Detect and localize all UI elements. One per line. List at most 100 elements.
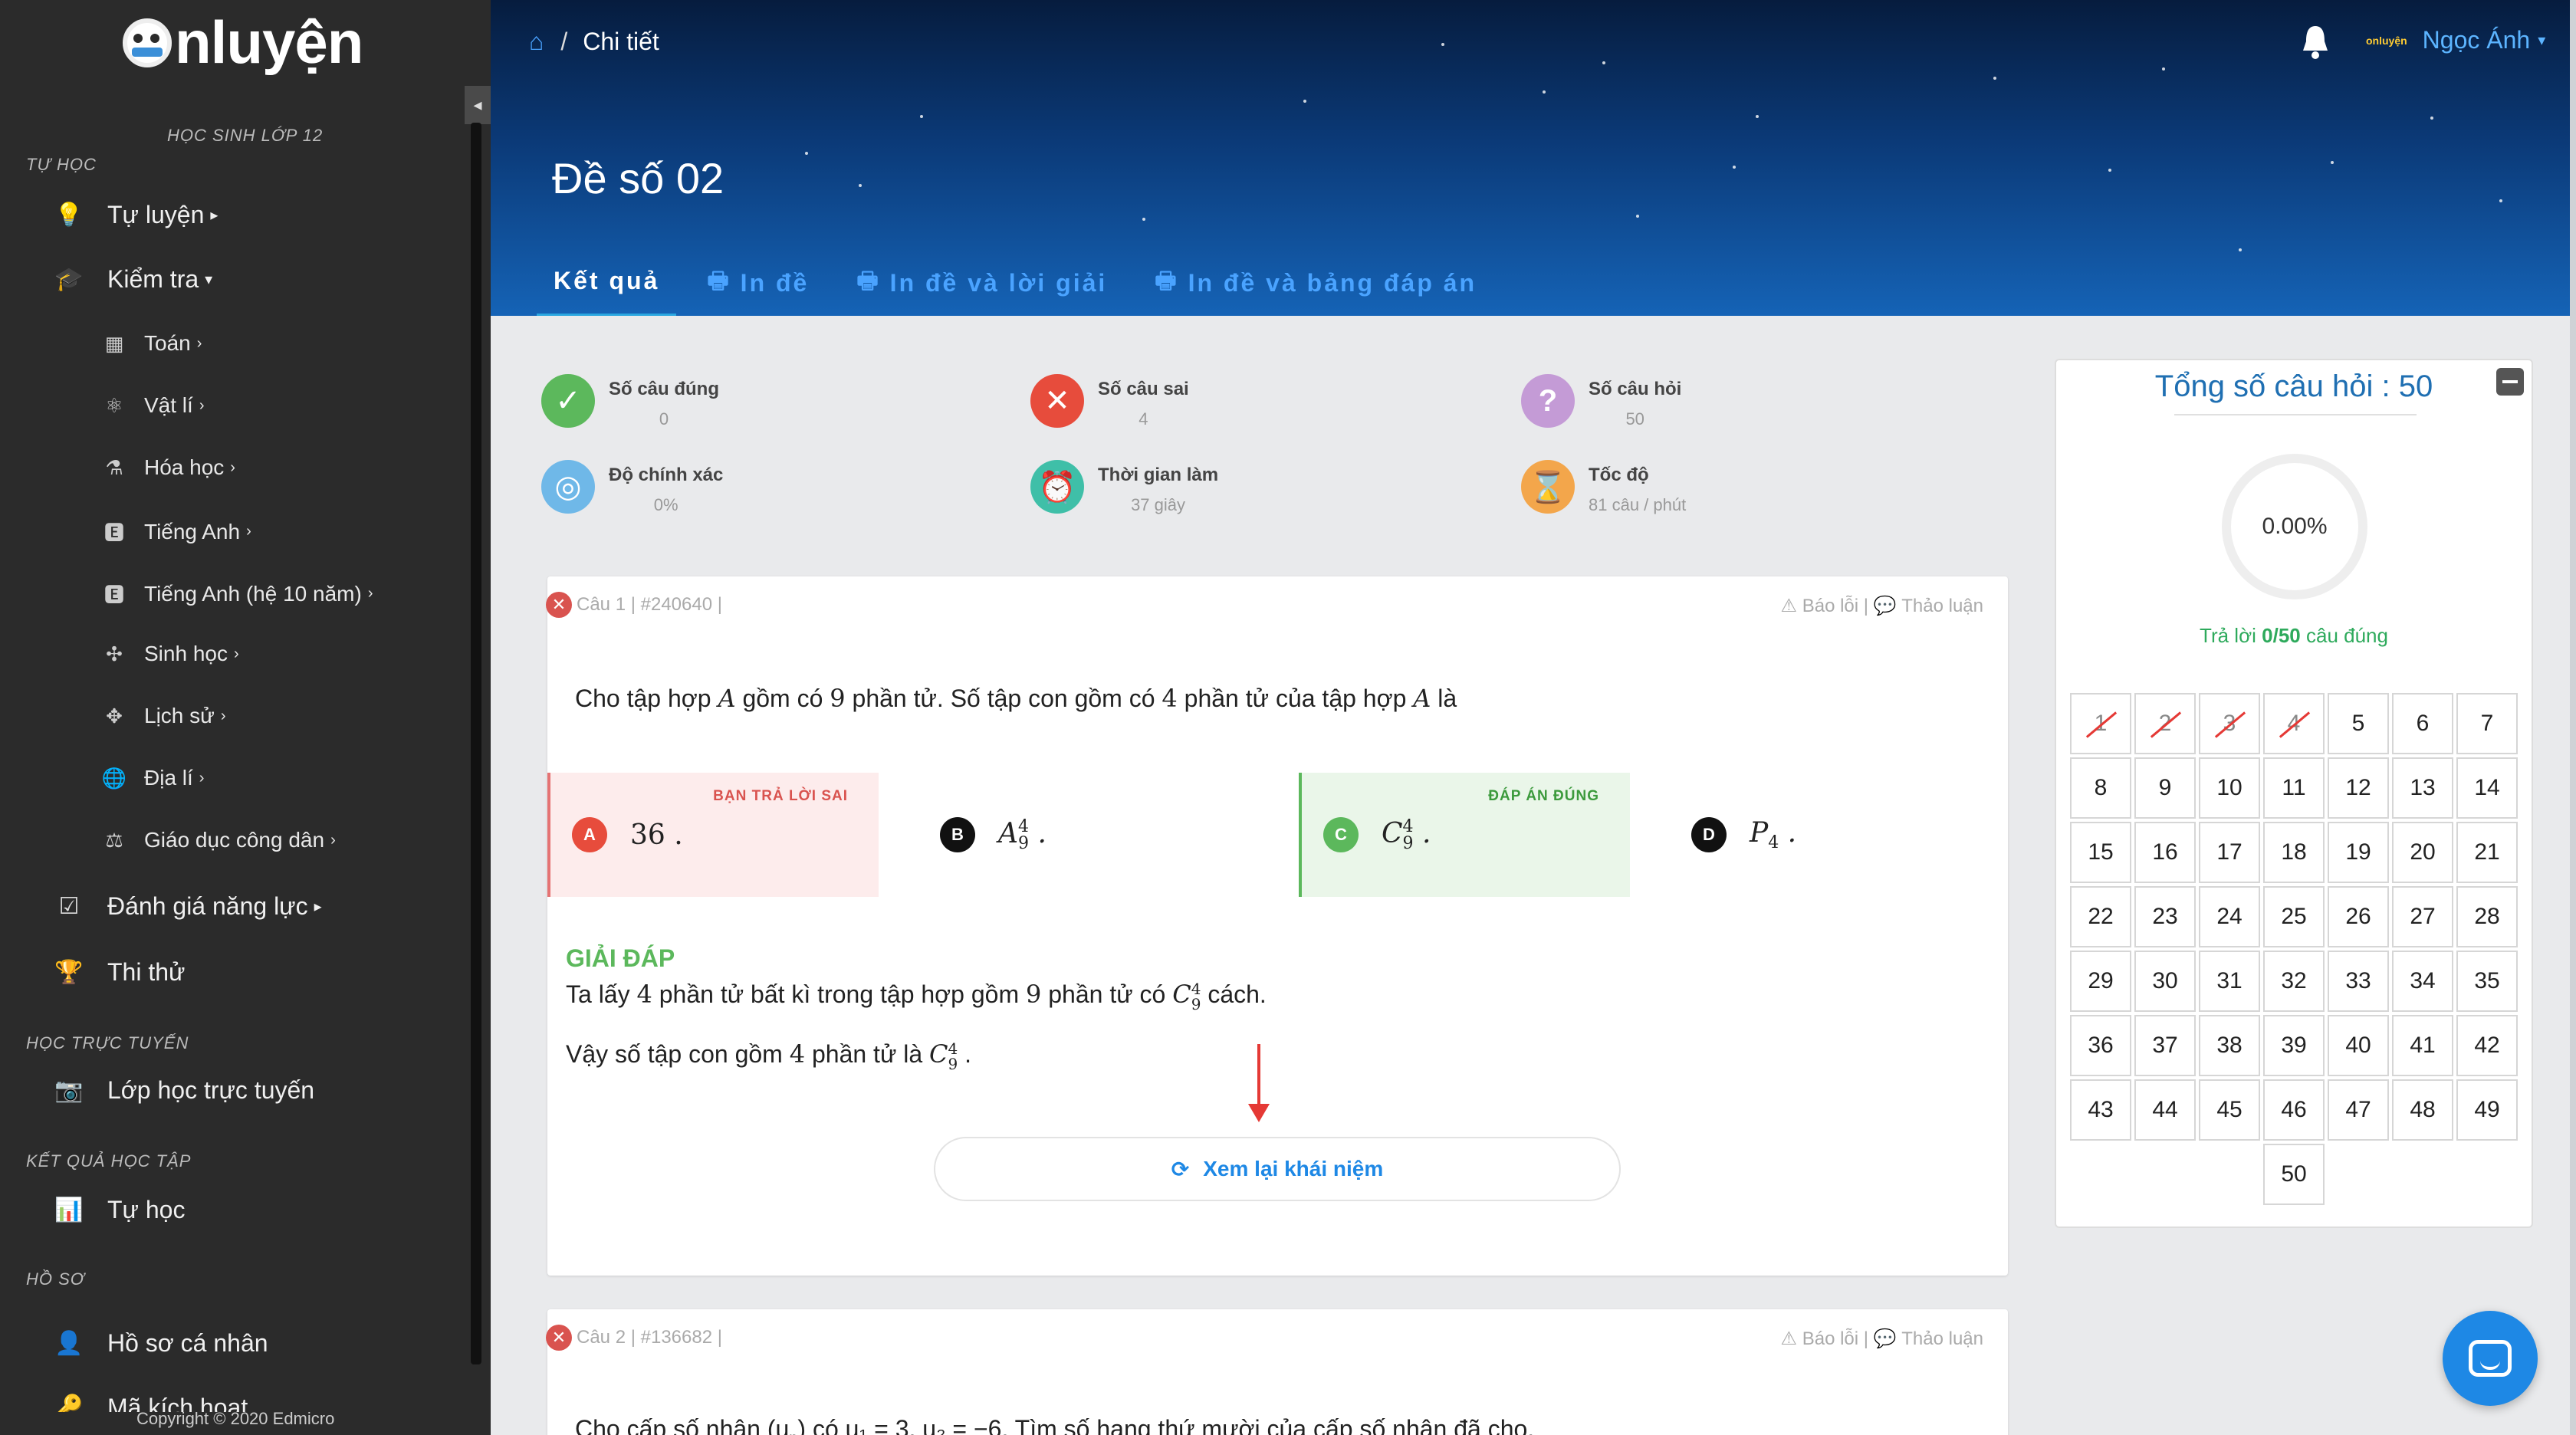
question-number-cell[interactable]: 42 [2456,1015,2518,1076]
star [1543,90,1546,94]
chevron-right-icon: › [246,523,251,540]
question-number-cell[interactable]: 49 [2456,1079,2518,1141]
question-number-cell[interactable]: 24 [2199,886,2260,947]
question-number-cell[interactable]: 33 [2328,951,2389,1012]
question-number-cell[interactable]: 38 [2199,1015,2260,1076]
question-number-cell[interactable]: 5 [2328,693,2389,754]
page-scrollbar[interactable] [2570,0,2576,1435]
tab-ket-qua[interactable]: Kết quả [537,258,677,316]
sidebar-subject-tieng-anh[interactable]: 🅴 Tiếng Anh › [101,517,251,546]
question-number-cell[interactable]: 25 [2263,886,2325,947]
home-icon[interactable]: ⌂ [529,28,544,56]
question-number-cell[interactable]: 7 [2456,693,2518,754]
sidebar-subject-gdcd[interactable]: ⚖ Giáo dục công dân › [101,828,335,852]
sidebar-subject-tieng-anh-10[interactable]: 🅴 Tiếng Anh (hệ 10 năm) › [101,580,373,608]
question-number-cell[interactable]: 10 [2199,757,2260,819]
question-number-cell[interactable]: 47 [2328,1079,2389,1141]
question-number-cell[interactable]: 22 [2070,886,2131,947]
question-number-cell[interactable]: 31 [2199,951,2260,1012]
question-number-cell[interactable]: 23 [2134,886,2196,947]
option-a[interactable]: A 36 . BẠN TRẢ LỜI SAI [547,773,879,897]
chat-icon [2469,1340,2512,1377]
sidebar-item-tu-hoc[interactable]: 📊 Tự học [54,1196,185,1224]
question-number-cell[interactable]: 18 [2263,822,2325,883]
option-c[interactable]: C C49 . ĐÁP ÁN ĐÚNG [1299,773,1630,897]
sidebar-subject-hoa-hoc[interactable]: ⚗ Hóa học › [101,455,235,480]
question-number-cell[interactable]: 13 [2392,757,2453,819]
question-number-cell[interactable]: 4 [2263,693,2325,754]
question-number-cell[interactable]: 1 [2070,693,2131,754]
sidebar-item-thi-thu[interactable]: 🏆 Thi thử [54,958,185,987]
question-number-cell[interactable]: 16 [2134,822,2196,883]
question-number-cell[interactable]: 9 [2134,757,2196,819]
tab-in-de[interactable]: 🖶 In đề [690,258,826,316]
sidebar-collapse-button[interactable]: ◂ [465,86,491,124]
sidebar-subject-lich-su[interactable]: ✥ Lịch sử › [101,704,226,728]
panel-divider [2174,414,2417,415]
stat-wrong: ✕ Số câu sai 4 [1030,374,1189,429]
question-number-cell[interactable]: 46 [2263,1079,2325,1141]
report-link[interactable]: Báo lỗi [1802,1328,1858,1350]
question-number-cell[interactable]: 8 [2070,757,2131,819]
question-number-cell[interactable]: 12 [2328,757,2389,819]
sidebar-subject-toan[interactable]: ▦ Toán › [101,331,202,356]
question-number-cell[interactable]: 45 [2199,1079,2260,1141]
question-number-cell[interactable]: 36 [2070,1015,2131,1076]
chevron-right-icon: › [220,707,226,724]
sidebar-item-lop-hoc[interactable]: 📷 Lớp học trực tuyến [54,1076,314,1105]
question-number-cell[interactable]: 48 [2392,1079,2453,1141]
review-concept-button[interactable]: ⟳ Xem lại khái niệm [934,1137,1621,1201]
question-number-cell[interactable]: 2 [2134,693,2196,754]
camera-icon: 📷 [54,1078,84,1103]
question-number-cell[interactable]: 20 [2392,822,2453,883]
wrong-answer-tag: BẠN TRẢ LỜI SAI [713,788,848,804]
question-number-cell[interactable]: 50 [2263,1144,2325,1205]
option-b[interactable]: B A49 . [915,773,1247,897]
question-number-cell[interactable]: 43 [2070,1079,2131,1141]
question-number-cell[interactable]: 32 [2263,951,2325,1012]
option-d[interactable]: D P4 . [1667,773,1998,897]
report-link[interactable]: Báo lỗi [1802,596,1858,617]
sidebar-subject-sinh-hoc[interactable]: ✣ Sinh học › [101,642,239,666]
question-number-cell[interactable]: 11 [2263,757,2325,819]
question-number-cell[interactable]: 17 [2199,822,2260,883]
user-icon: 👤 [54,1331,84,1356]
question-number-cell[interactable]: 29 [2070,951,2131,1012]
question-number-cell[interactable]: 19 [2328,822,2389,883]
sidebar-subject-vat-li[interactable]: ⚛ Vật lí › [101,393,204,418]
question-number-cell[interactable]: 3 [2199,693,2260,754]
question-number-cell[interactable]: 37 [2134,1015,2196,1076]
sidebar-item-ho-so[interactable]: 👤 Hồ sơ cá nhân [54,1329,268,1358]
question-id: #240640 [640,594,713,615]
sidebar-item-tu-luyen[interactable]: 💡 Tự luyện ▸ [54,201,218,229]
question-number-cell[interactable]: 34 [2392,951,2453,1012]
question-number-cell[interactable]: 35 [2456,951,2518,1012]
sidebar-subject-dia-li[interactable]: 🌐 Địa lí › [101,766,205,790]
bell-icon[interactable] [2300,23,2331,60]
discuss-link[interactable]: Thảo luận [1901,1328,1983,1350]
question-number-cell[interactable]: 15 [2070,822,2131,883]
tab-in-de-loi-giai[interactable]: 🖶 In đề và lời giải [840,258,1124,316]
question-number-cell[interactable]: 44 [2134,1079,2196,1141]
question-number-cell[interactable]: 21 [2456,822,2518,883]
question-number-cell[interactable]: 6 [2392,693,2453,754]
onluyen-logo[interactable]: nluyện [123,8,363,77]
tab-in-de-dap-an[interactable]: 🖶 In đề và bảng đáp án [1138,258,1493,316]
minimize-icon[interactable] [2496,368,2524,396]
sidebar-item-danh-gia[interactable]: ☑ Đánh giá năng lực ▸ [54,892,322,921]
sidebar-scrollbar[interactable] [471,123,481,1364]
question-number-cell[interactable]: 41 [2392,1015,2453,1076]
star [1636,215,1639,218]
question-number-cell[interactable]: 14 [2456,757,2518,819]
question-number-cell[interactable]: 39 [2263,1015,2325,1076]
question-number-cell[interactable]: 40 [2328,1015,2389,1076]
question-number-cell[interactable]: 26 [2328,886,2389,947]
question-number-cell[interactable]: 28 [2456,886,2518,947]
discuss-link[interactable]: Thảo luận [1901,596,1983,617]
chat-support-button[interactable] [2443,1311,2538,1406]
question-number-cell[interactable]: 30 [2134,951,2196,1012]
answered-post: câu đúng [2305,624,2388,647]
user-menu[interactable]: onluyện Ngọc Ánh ▾ [2366,26,2545,54]
question-number-cell[interactable]: 27 [2392,886,2453,947]
sidebar-item-kiem-tra[interactable]: 🎓 Kiểm tra ▾ [54,265,212,294]
